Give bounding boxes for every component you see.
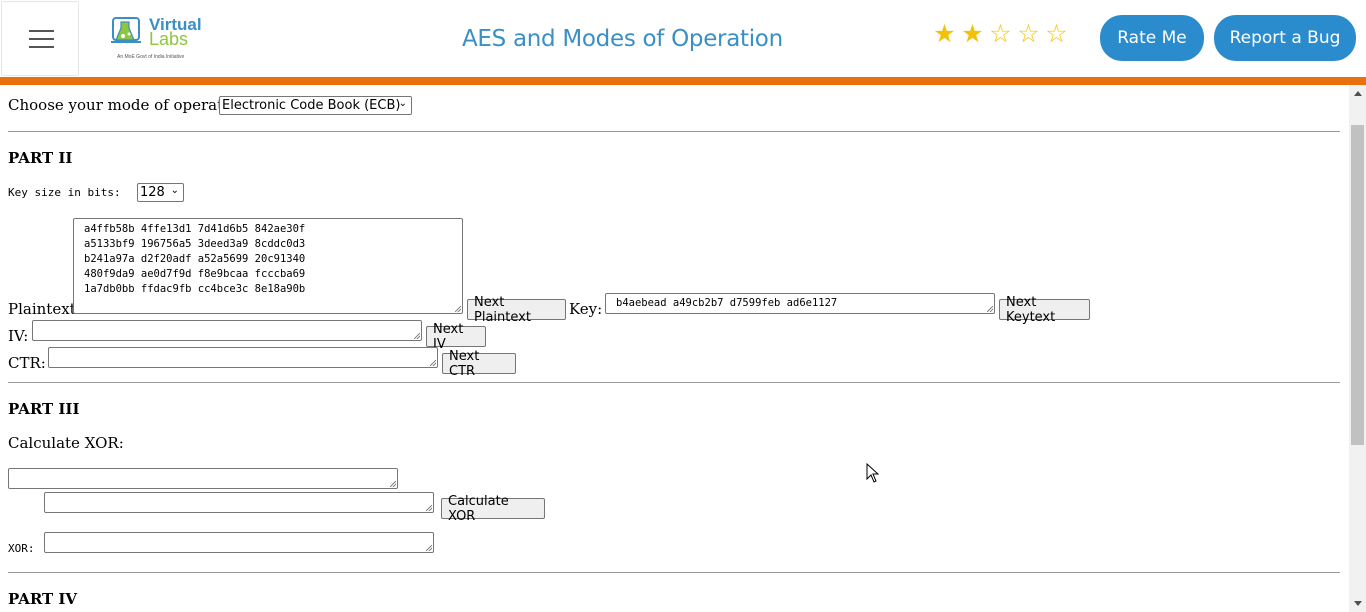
ctr-textarea[interactable]	[48, 347, 438, 368]
virtual-labs-logo[interactable]: Virtual Labs An MoE Govt of India Initia…	[111, 12, 203, 64]
main-content: Choose your mode of operation: Electroni…	[0, 85, 1348, 612]
mode-select-value: Electronic Code Book (ECB)	[222, 98, 401, 113]
key-size-label: Key size in bits:	[8, 186, 121, 199]
top-header: Virtual Labs An MoE Govt of India Initia…	[0, 0, 1366, 77]
xor-input-1[interactable]	[8, 468, 398, 489]
key-textarea[interactable]: b4aebead a49cb2b7 d7599feb ad6e1127	[605, 293, 995, 314]
star-filled-icon[interactable]: ★	[959, 19, 987, 48]
xor-result[interactable]	[44, 532, 434, 553]
page-scrollbar[interactable]	[1349, 85, 1366, 612]
report-bug-button[interactable]: Report a Bug	[1214, 15, 1356, 61]
next-ctr-button[interactable]: Next CTR	[442, 349, 516, 379]
iv-textarea[interactable]	[32, 320, 422, 341]
mouse-cursor-icon	[866, 463, 880, 483]
scroll-up-icon[interactable]	[1354, 91, 1362, 96]
menu-icon-line	[29, 38, 54, 40]
key-size-select[interactable]: 128 ⌄	[137, 183, 184, 202]
xor-input-2[interactable]	[44, 492, 434, 513]
menu-icon-line	[29, 30, 54, 32]
next-iv-button[interactable]: Next IV	[426, 322, 486, 352]
star-filled-icon[interactable]: ★	[931, 19, 959, 48]
divider	[8, 131, 1340, 132]
ctr-label: CTR:	[8, 354, 46, 372]
chevron-down-icon: ⌄	[398, 98, 407, 109]
scroll-thumb[interactable]	[1351, 125, 1364, 445]
part2-heading: PART II	[8, 149, 73, 167]
plaintext-textarea[interactable]: a4ffb58b 4ffe13d1 7d41d6b5 842ae30f a513…	[73, 218, 463, 314]
logo-tagline: An MoE Govt of India Initiative	[117, 54, 185, 60]
calc-xor-label: Calculate XOR:	[8, 434, 124, 452]
hamburger-menu-button[interactable]	[1, 1, 79, 76]
plaintext-label: Plaintext:	[8, 300, 81, 318]
next-keytext-button[interactable]: Next Keytext	[999, 295, 1090, 325]
mode-select[interactable]: Electronic Code Book (ECB) ⌄	[219, 96, 412, 115]
star-empty-icon[interactable]: ☆	[1043, 19, 1071, 48]
rate-me-button[interactable]: Rate Me	[1100, 15, 1204, 61]
logo-text-labs: Labs	[149, 29, 189, 49]
header-accent-bar	[0, 77, 1366, 85]
menu-icon-line	[29, 46, 54, 48]
part3-heading: PART III	[8, 400, 80, 418]
part4-heading: PART IV	[8, 590, 78, 608]
next-plaintext-button[interactable]: Next Plaintext	[467, 295, 566, 325]
divider	[8, 572, 1340, 573]
xor-label: XOR:	[8, 542, 35, 555]
star-empty-icon[interactable]: ☆	[1015, 19, 1043, 48]
scroll-down-icon[interactable]	[1354, 601, 1362, 606]
mode-label: Choose your mode of operation:	[8, 96, 252, 114]
chevron-down-icon: ⌄	[170, 185, 179, 196]
rating-stars[interactable]: ★ ★ ☆ ☆ ☆	[931, 19, 1071, 48]
page-title: AES and Modes of Operation	[462, 26, 783, 52]
key-label: Key:	[569, 300, 603, 318]
calculate-xor-button[interactable]: Calculate XOR	[441, 494, 545, 524]
star-empty-icon[interactable]: ☆	[987, 19, 1015, 48]
iv-label: IV:	[8, 327, 29, 345]
divider	[8, 382, 1340, 383]
key-size-value: 128	[140, 185, 165, 200]
